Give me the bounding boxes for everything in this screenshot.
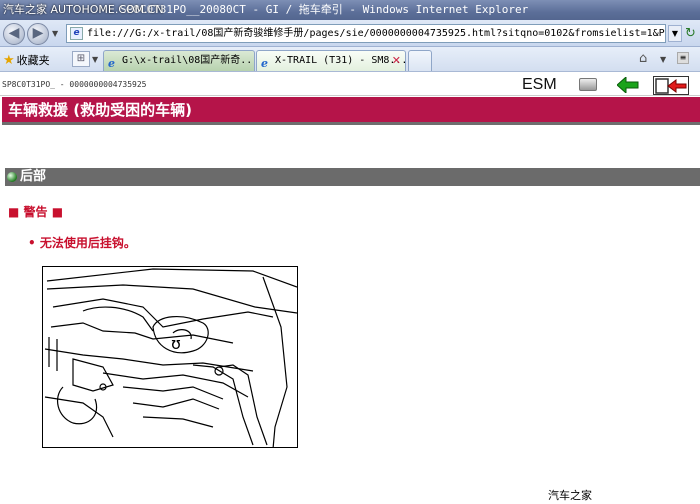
feed-icon[interactable]: ≡ [677, 52, 689, 64]
warning-label: ■ 警告 ■ [8, 205, 64, 219]
ie-tab-icon: e [108, 57, 115, 70]
page-title: 车辆救援 (救助受困的车辆) [2, 97, 700, 125]
section-title: 后部 [20, 169, 47, 184]
navigation-bar: ◀ ▶ ▼ file:///G:/x-trail/08国产新奇骏维修手册/pag… [0, 20, 700, 47]
tab-bar: ★ 收藏夹 ⊞ ▼ e G:\x-trail\08国产新奇... e X-TRAI… [0, 47, 700, 72]
favorites-label: 收藏夹 [16, 54, 50, 67]
address-dropdown-button[interactable]: ▼ [668, 25, 682, 42]
tab-xtrail-manual[interactable]: e X-TRAIL (T31) - SM8... ✕ [256, 50, 406, 71]
ie-page-icon: e [70, 27, 83, 40]
back-arrow-icon[interactable] [617, 77, 639, 93]
address-input[interactable]: file:///G:/x-trail/08国产新奇骏维修手册/pages/sie… [66, 24, 666, 43]
new-tab-button[interactable] [408, 50, 432, 71]
watermark-top: 汽车之家 AUTOHOME.COM.CN [3, 3, 164, 16]
tab-label: G:\x-trail\08国产新奇... [122, 55, 255, 66]
esm-header: SP8C0T31PO_ - 0000000004735925 ESM [0, 74, 700, 96]
home-icon[interactable]: ⌂ [639, 51, 647, 66]
quick-tabs-icon[interactable]: ⊞ [72, 51, 90, 67]
exit-icon[interactable] [653, 76, 689, 95]
window-title-bar: SP8C0T31PO__20080CT - GI / 拖车牵引 - Window… [0, 0, 700, 20]
history-dropdown-icon[interactable]: ▼ [52, 29, 58, 38]
favorites-star-icon: ★ [3, 53, 15, 68]
rear-underbody-illustration: ʊ [42, 266, 298, 448]
warning-item: • 无法使用后挂钩。 [28, 236, 136, 250]
home-dropdown-icon[interactable]: ▼ [660, 55, 666, 64]
back-button[interactable]: ◀ [3, 23, 25, 45]
tab-list-dropdown-icon[interactable]: ▼ [92, 55, 98, 64]
section-header: 后部 [5, 168, 700, 186]
tab-label: X-TRAIL (T31) - SM8... [275, 55, 406, 66]
print-icon[interactable] [579, 78, 597, 91]
tab-manual-folder[interactable]: e G:\x-trail\08国产新奇... [103, 50, 255, 71]
document-id: SP8C0T31PO_ - 0000000004735925 [2, 80, 147, 89]
section-bullet-icon [7, 172, 17, 182]
close-tab-icon[interactable]: ✕ [392, 51, 401, 70]
favorites-button[interactable]: ★ 收藏夹 [3, 52, 50, 68]
ie-tab-icon: e [261, 57, 268, 70]
forward-button[interactable]: ▶ [27, 23, 49, 45]
watermark-bottom: 汽车之家 AUTOHOME.COM.CN [548, 489, 661, 504]
warning-item-text: 无法使用后挂钩。 [39, 236, 136, 250]
refresh-icon[interactable]: ↻ [685, 26, 696, 41]
svg-text:ʊ: ʊ [171, 334, 181, 353]
window-title: SP8C0T31PO__20080CT - GI / 拖车牵引 - Window… [120, 3, 529, 16]
esm-logo: ESM [522, 76, 557, 93]
